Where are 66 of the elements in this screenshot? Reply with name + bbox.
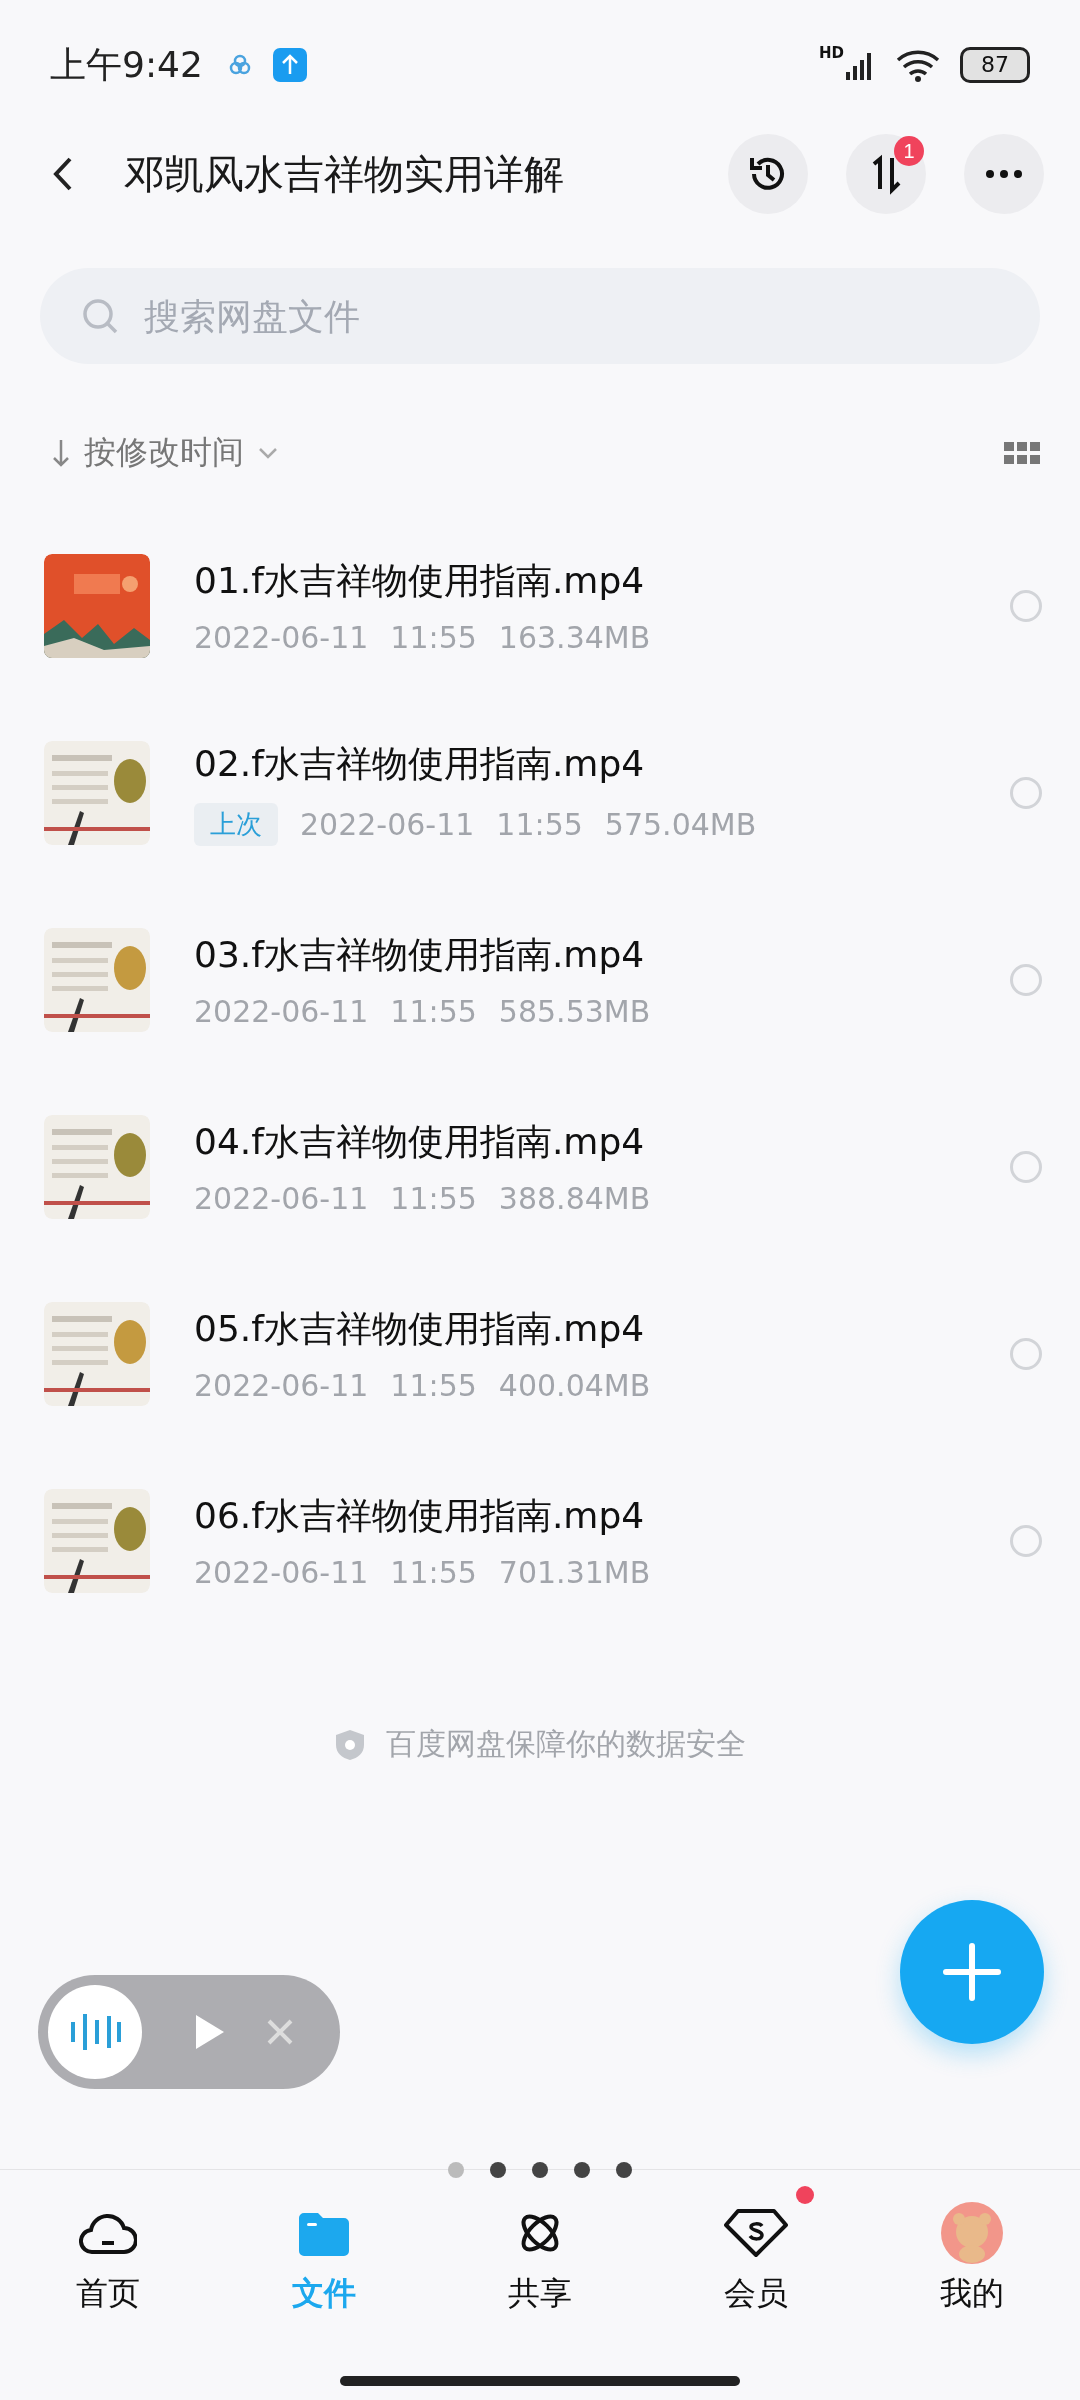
file-time: 11:55: [496, 806, 583, 842]
security-note: 百度网盘保障你的数据安全: [386, 1725, 746, 1763]
more-icon: [984, 169, 1024, 179]
sort-option[interactable]: 按修改时间: [84, 431, 244, 475]
file-size: 575.04MB: [604, 806, 757, 842]
file-size: 388.84MB: [498, 1180, 651, 1216]
nav-tab[interactable]: 会员: [648, 2180, 864, 2316]
page-dot[interactable]: [448, 2162, 464, 2178]
grid-view-icon[interactable]: [1004, 442, 1040, 464]
nav-tab[interactable]: 共享: [432, 2180, 648, 2316]
file-name[interactable]: 06.f水吉祥物使用指南.mp4: [194, 1491, 1010, 1541]
file-name[interactable]: 03.f水吉祥物使用指南.mp4: [194, 930, 1010, 980]
file-size: 585.53MB: [498, 993, 651, 1029]
file-name[interactable]: 05.f水吉祥物使用指南.mp4: [194, 1304, 1010, 1354]
file-time: 11:55: [390, 1367, 477, 1403]
file-time: 11:55: [390, 619, 477, 655]
network-label: HD: [819, 44, 844, 62]
chevron-down-icon[interactable]: [258, 447, 278, 459]
cloud-icon: [79, 2211, 137, 2255]
file-date: 2022-06-11: [194, 1367, 369, 1403]
file-date: 2022-06-11: [194, 993, 369, 1029]
select-radio[interactable]: [1010, 963, 1042, 996]
page-dot[interactable]: [532, 2162, 548, 2178]
nav-tab[interactable]: 首页: [0, 2180, 216, 2316]
file-time: 11:55: [390, 993, 477, 1029]
last-played-tag: 上次: [194, 802, 278, 846]
select-radio[interactable]: [1010, 1337, 1042, 1370]
file-date: 2022-06-11: [194, 1554, 369, 1590]
select-radio[interactable]: [1010, 1524, 1042, 1557]
waveform-button[interactable]: [48, 1985, 142, 2079]
search-field[interactable]: 搜索网盘文件: [40, 268, 1040, 364]
page-dot[interactable]: [574, 2162, 590, 2178]
page-dot[interactable]: [490, 2162, 506, 2178]
diamond-icon: [724, 2208, 788, 2258]
shield-icon: [334, 1727, 366, 1762]
folder-icon: [297, 2210, 351, 2256]
wifi-icon: [896, 48, 940, 82]
file-date: 2022-06-11: [300, 806, 475, 842]
nav-tab[interactable]: 我的: [864, 2180, 1080, 2316]
file-date: 2022-06-11: [194, 619, 369, 655]
file-time: 11:55: [390, 1180, 477, 1216]
transfer-button[interactable]: 1: [846, 134, 926, 214]
file-name[interactable]: 02.f水吉祥物使用指南.mp4: [194, 739, 1010, 789]
file-size: 701.31MB: [498, 1554, 651, 1590]
file-size: 163.34MB: [498, 619, 651, 655]
back-icon[interactable]: [52, 156, 74, 192]
avatar-icon: [941, 2202, 1003, 2264]
select-radio[interactable]: [1010, 776, 1042, 809]
file-time: 11:55: [390, 1554, 477, 1590]
notification-badge: 1: [894, 136, 924, 166]
upload-icon: [272, 48, 307, 82]
file-date: 2022-06-11: [194, 1180, 369, 1216]
plus-icon: [942, 1942, 1002, 2002]
status-time: 上午9:42: [50, 42, 203, 87]
select-radio[interactable]: [1010, 1150, 1042, 1183]
file-size: 400.04MB: [498, 1367, 651, 1403]
add-button[interactable]: [900, 1900, 1044, 2044]
folder-title: 邓凯风水吉祥物实用详解: [124, 149, 564, 199]
sort-arrow-icon: [52, 438, 70, 468]
search-icon: [80, 296, 120, 336]
file-name[interactable]: 01.f水吉祥物使用指南.mp4: [194, 556, 1010, 606]
select-radio[interactable]: [1010, 589, 1042, 622]
page-dot[interactable]: [616, 2162, 632, 2178]
battery-indicator: 87: [960, 47, 1030, 83]
close-icon[interactable]: [266, 2018, 294, 2046]
file-name[interactable]: 04.f水吉祥物使用指南.mp4: [194, 1117, 1010, 1167]
